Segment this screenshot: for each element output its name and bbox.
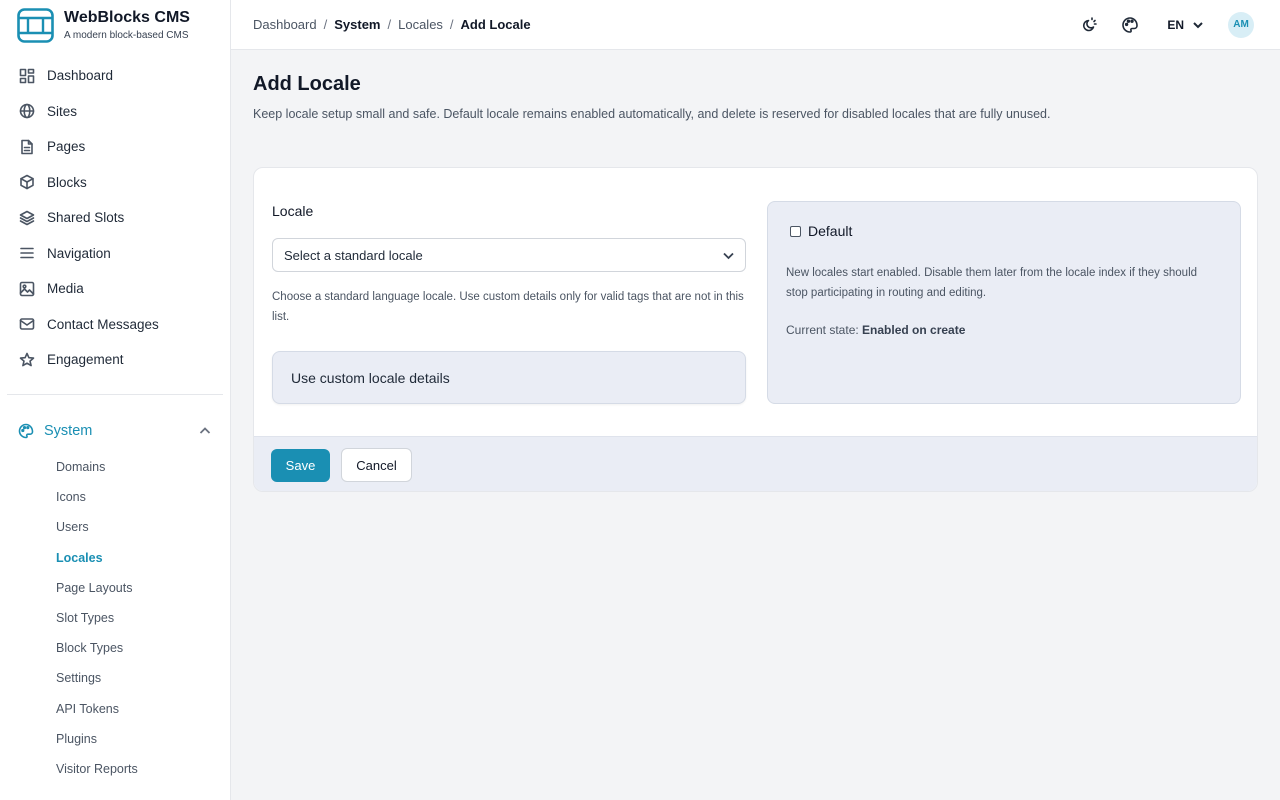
- breadcrumb-separator: /: [323, 17, 328, 32]
- globe-icon: [19, 103, 35, 119]
- sidebar-item-block-types[interactable]: Block Types: [0, 633, 230, 663]
- sidebar-item-label: Blocks: [47, 174, 87, 190]
- default-panel-text: New locales start enabled. Disable them …: [786, 267, 1198, 299]
- palette-icon[interactable]: [1121, 16, 1139, 34]
- sidebar-item-label: Dashboard: [47, 68, 114, 84]
- sidebar-item-dashboard[interactable]: Dashboard: [0, 58, 230, 94]
- chevron-down-icon: [1193, 21, 1203, 28]
- sidebar: WebBlocks CMS A modern block-based CMS D…: [0, 0, 231, 800]
- locale-select[interactable]: Select a standard locale: [272, 238, 746, 272]
- sidebar-item-icons[interactable]: Icons: [0, 482, 230, 512]
- sidebar-divider: [7, 394, 223, 395]
- layers-icon: [19, 210, 35, 226]
- sidebar-group-label: System: [44, 423, 93, 439]
- breadcrumb-system[interactable]: System: [334, 17, 380, 32]
- sidebar-item-domains[interactable]: Domains: [0, 452, 230, 482]
- sidebar-item-sites[interactable]: Sites: [0, 94, 230, 130]
- current-state: Current state: Enabled on create: [786, 323, 965, 337]
- brand-logo-icon: [17, 7, 54, 43]
- save-button[interactable]: Save: [271, 449, 330, 482]
- sidebar-item-visitor-reports[interactable]: Visitor Reports: [0, 754, 230, 784]
- sidebar-item-pages[interactable]: Pages: [0, 129, 230, 165]
- avatar[interactable]: AM: [1228, 11, 1254, 38]
- sidebar-item-blocks[interactable]: Blocks: [0, 165, 230, 201]
- menu-icon: [20, 247, 34, 259]
- page-description: Keep locale setup small and safe. Defaul…: [253, 107, 1051, 121]
- sidebar-item-label: Shared Slots: [47, 210, 125, 226]
- sidebar-item-settings[interactable]: Settings: [0, 663, 230, 693]
- current-state-label: Current state:: [786, 323, 863, 337]
- sidebar-item-label: Media: [47, 281, 84, 297]
- breadcrumb-locales[interactable]: Locales: [398, 17, 443, 32]
- breadcrumb-dashboard[interactable]: Dashboard: [253, 17, 317, 32]
- cube-icon: [20, 174, 34, 190]
- breadcrumb: Dashboard / System / Locales / Add Local…: [253, 0, 531, 49]
- default-checkbox-row[interactable]: Default: [790, 223, 852, 239]
- sidebar-nav: Dashboard Sites Pages Blocks Shared Slot…: [0, 58, 230, 378]
- sidebar-group-system[interactable]: System: [0, 418, 230, 444]
- sidebar-item-navigation[interactable]: Navigation: [0, 236, 230, 272]
- sidebar-item-page-layouts[interactable]: Page Layouts: [0, 573, 230, 603]
- locale-form-card: Locale Select a standard locale Choose a…: [253, 167, 1258, 492]
- image-icon: [19, 281, 35, 297]
- custom-locale-toggle[interactable]: Use custom locale details: [272, 351, 746, 404]
- theme-toggle-icon[interactable]: [1080, 16, 1098, 34]
- sidebar-item-shared-slots[interactable]: Shared Slots: [0, 200, 230, 236]
- sidebar-item-slot-types[interactable]: Slot Types: [0, 603, 230, 633]
- sidebar-item-users[interactable]: Users: [0, 512, 230, 542]
- palette-icon: [18, 423, 34, 439]
- language-switcher[interactable]: EN: [1167, 18, 1204, 32]
- sidebar-item-locales[interactable]: Locales: [0, 543, 230, 573]
- cancel-button[interactable]: Cancel: [341, 448, 412, 482]
- breadcrumb-current: Add Locale: [460, 17, 531, 32]
- current-state-value: Enabled on create: [862, 323, 966, 337]
- sidebar-item-label: Contact Messages: [47, 316, 159, 332]
- system-submenu: Domains Icons Users Locales Page Layouts…: [0, 452, 230, 784]
- sidebar-item-label: Navigation: [47, 245, 111, 261]
- breadcrumb-separator: /: [449, 17, 454, 32]
- star-icon: [19, 352, 35, 367]
- page-title: Add Locale: [253, 73, 361, 95]
- default-panel: Default New locales start enabled. Disab…: [767, 201, 1241, 404]
- mail-icon: [19, 318, 35, 331]
- dashboard-icon: [19, 68, 35, 84]
- sidebar-item-plugins[interactable]: Plugins: [0, 724, 230, 754]
- brand-tagline: A modern block-based CMS: [64, 30, 189, 41]
- sidebar-item-api-tokens[interactable]: API Tokens: [0, 694, 230, 724]
- locale-select-value: Select a standard locale: [284, 247, 423, 263]
- brand[interactable]: WebBlocks CMS A modern block-based CMS: [0, 0, 230, 50]
- sidebar-item-engagement[interactable]: Engagement: [0, 342, 230, 378]
- form-footer: Save Cancel: [254, 436, 1257, 491]
- breadcrumb-separator: /: [387, 17, 392, 32]
- language-code: EN: [1167, 17, 1184, 32]
- sidebar-item-label: Engagement: [47, 352, 124, 368]
- header-tools: EN AM: [1080, 0, 1280, 49]
- sidebar-item-contact-messages[interactable]: Contact Messages: [0, 307, 230, 343]
- sidebar-item-label: Sites: [47, 103, 78, 119]
- default-checkbox-label: Default: [808, 223, 853, 239]
- brand-name: WebBlocks CMS: [64, 9, 190, 26]
- top-bar: Dashboard / System / Locales / Add Local…: [231, 0, 1280, 50]
- chevron-down-icon: [723, 252, 734, 260]
- sidebar-item-media[interactable]: Media: [0, 271, 230, 307]
- locale-field-label: Locale: [272, 203, 314, 219]
- document-icon: [21, 139, 33, 155]
- default-checkbox[interactable]: [790, 225, 801, 237]
- chevron-up-icon: [199, 427, 211, 434]
- locale-help-text: Choose a standard language locale. Use c…: [272, 291, 744, 323]
- sidebar-item-label: Pages: [47, 139, 86, 155]
